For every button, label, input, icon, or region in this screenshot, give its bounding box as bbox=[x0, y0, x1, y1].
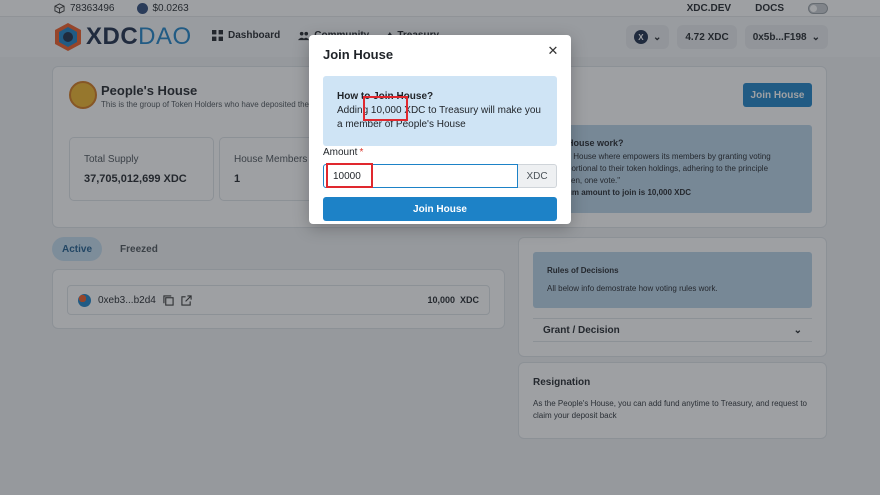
amount-input[interactable] bbox=[323, 164, 518, 188]
required-mark: * bbox=[359, 147, 364, 158]
modal-info-title: How to Join House? bbox=[337, 91, 434, 102]
modal-title: Join House bbox=[323, 47, 394, 62]
join-house-submit-button[interactable]: Join House bbox=[323, 197, 557, 221]
modal-info-text: Adding 10,000 XDC to Treasury will make … bbox=[337, 105, 541, 130]
amount-field-group: XDC bbox=[323, 164, 557, 188]
modal-info-box: How to Join House? Adding 10,000 XDC to … bbox=[323, 76, 557, 146]
join-house-modal: Join House ✕ How to Join House? Adding 1… bbox=[309, 35, 571, 224]
amount-unit: XDC bbox=[518, 164, 557, 188]
close-icon[interactable]: ✕ bbox=[545, 43, 561, 59]
amount-label: Amount * bbox=[323, 147, 364, 158]
